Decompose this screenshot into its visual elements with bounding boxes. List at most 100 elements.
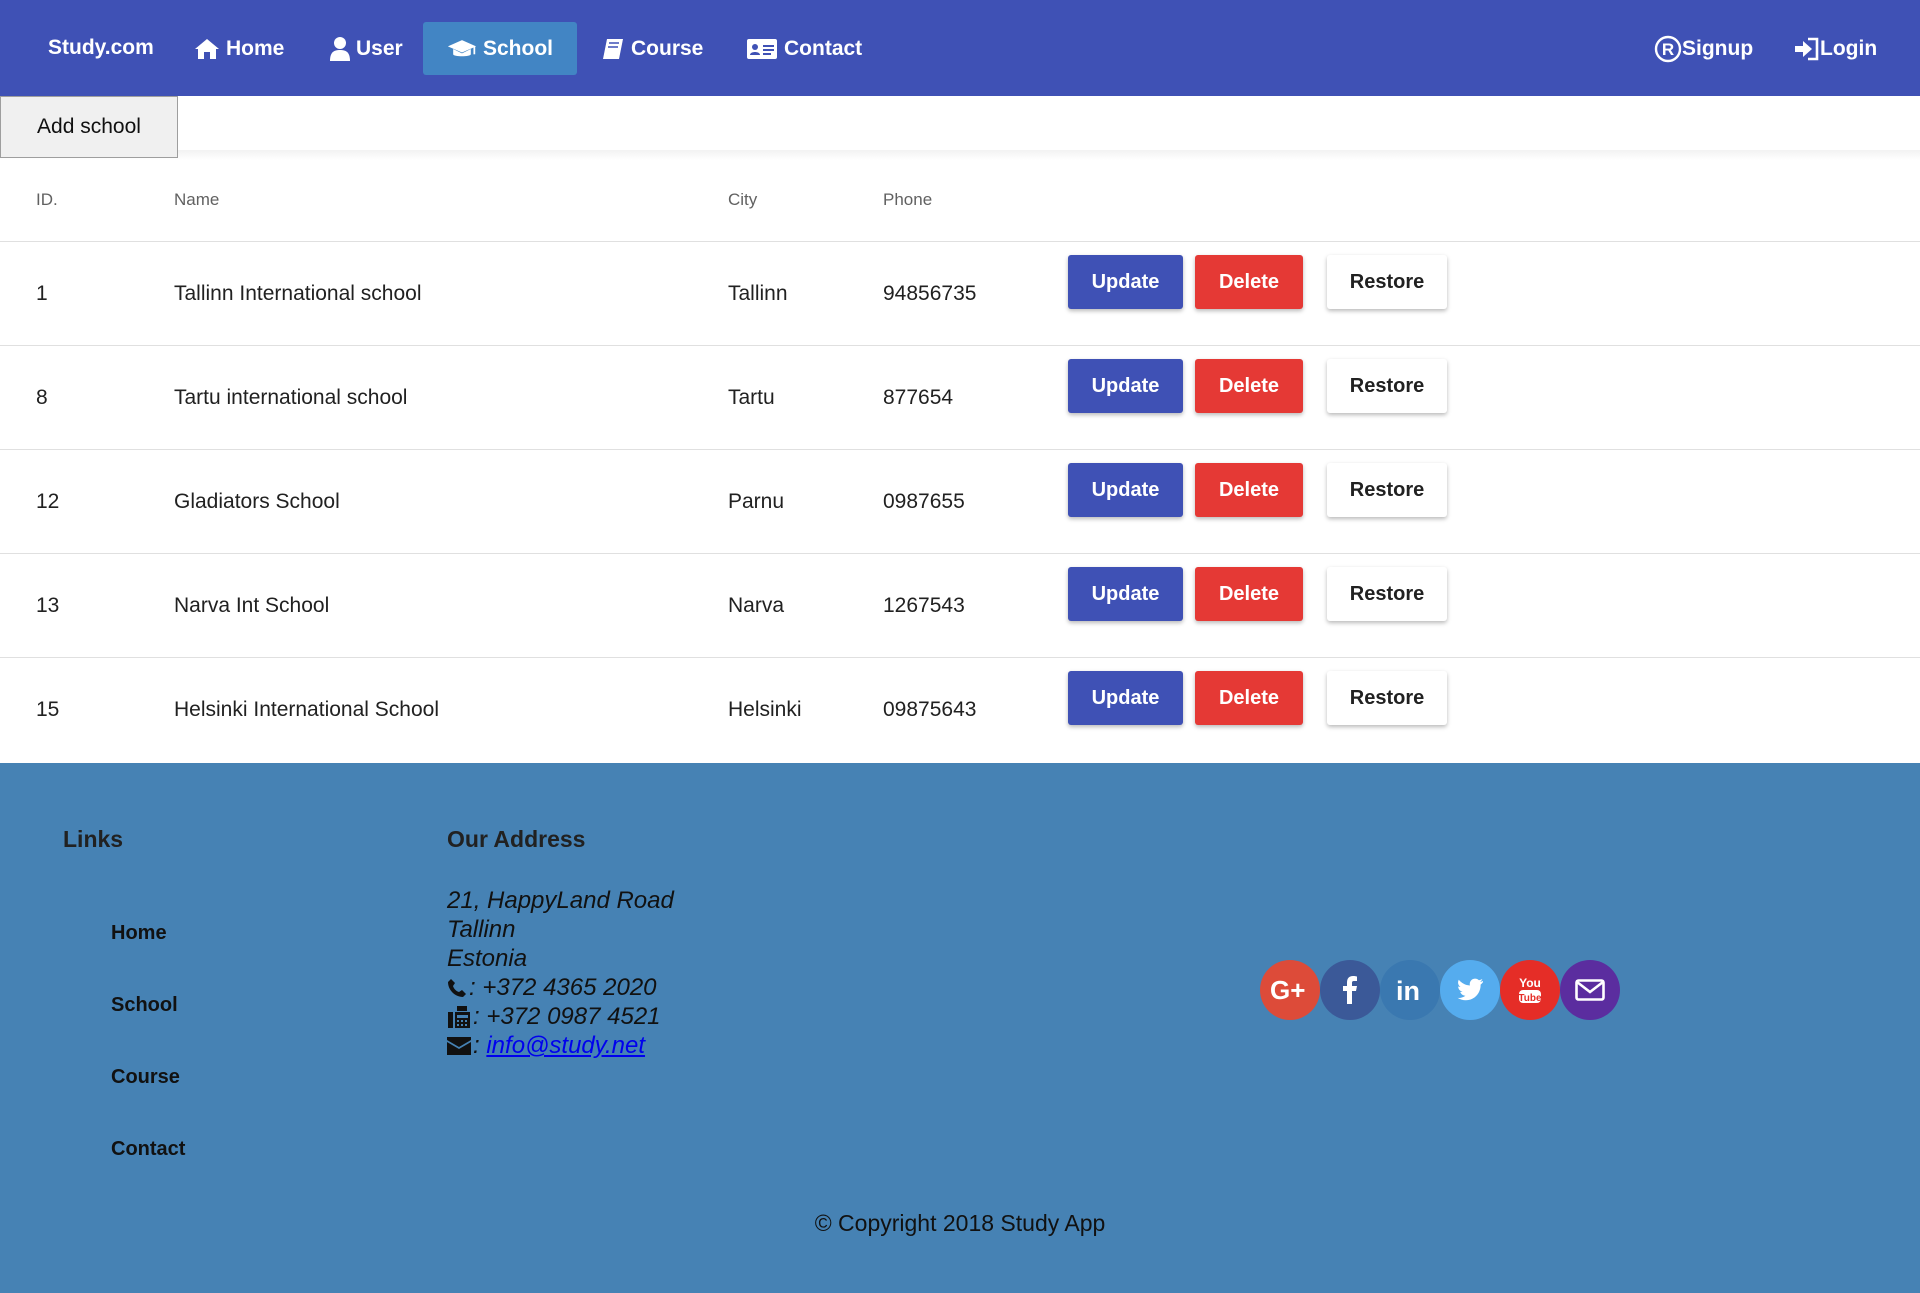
user-icon	[330, 36, 350, 61]
cell-id: 1	[36, 282, 48, 305]
footer-link-contact[interactable]: Contact	[111, 1138, 185, 1161]
add-school-button[interactable]: Add school	[0, 96, 178, 158]
registered-icon: R	[1654, 35, 1682, 62]
table-row: 15 Helsinki International School Helsink…	[0, 658, 1920, 761]
cell-city: Tallinn	[728, 282, 788, 305]
footer-address-heading: Our Address	[447, 826, 586, 852]
address-card-icon	[747, 38, 777, 59]
cell-name: Gladiators School	[174, 490, 340, 513]
restore-button[interactable]: Restore	[1327, 567, 1447, 621]
fax-icon	[448, 1006, 470, 1028]
twitter-button[interactable]	[1440, 960, 1500, 1020]
cell-city: Narva	[728, 594, 785, 617]
navbar: Study.com Home User School Course Contac…	[0, 0, 1920, 96]
cell-name: Narva Int School	[174, 594, 330, 617]
svg-text:R: R	[1662, 40, 1674, 59]
restore-button[interactable]: Restore	[1327, 463, 1447, 517]
delete-button[interactable]: Delete	[1195, 463, 1303, 517]
restore-button[interactable]: Restore	[1327, 359, 1447, 413]
table-row: 8 Tartu international school Tartu 87765…	[0, 346, 1920, 450]
footer-link-course[interactable]: Course	[111, 1066, 180, 1089]
address-city: Tallinn	[447, 916, 516, 943]
mail-button[interactable]	[1560, 960, 1620, 1020]
youtube-button[interactable]: You Tube	[1500, 960, 1560, 1020]
cell-city: Helsinki	[728, 698, 802, 721]
address-country: Estonia	[447, 945, 528, 972]
header-phone: Phone	[883, 190, 933, 209]
phone-icon	[448, 979, 466, 997]
update-button[interactable]: Update	[1068, 463, 1183, 517]
nav-user[interactable]: User	[306, 22, 427, 75]
nav-signup-label: Signup	[1682, 36, 1754, 60]
home-icon	[195, 38, 219, 59]
address-street: 21, HappyLand Road	[447, 887, 674, 914]
delete-button[interactable]: Delete	[1195, 255, 1303, 309]
cell-city: Tartu	[728, 386, 775, 409]
nav-contact-label: Contact	[784, 36, 863, 60]
table-row: 13 Narva Int School Narva 1267543 Update…	[0, 554, 1920, 658]
cell-id: 13	[36, 594, 60, 617]
nav-contact[interactable]: Contact	[722, 22, 886, 75]
twitter-icon	[1457, 978, 1483, 1001]
cell-id: 15	[36, 698, 60, 721]
nav-login-label: Login	[1820, 36, 1878, 60]
book-icon	[603, 38, 623, 59]
header-city: City	[728, 190, 758, 209]
table-header: ID. Name City Phone	[0, 160, 1920, 242]
address-email-prefix: :	[473, 1032, 487, 1059]
envelope-icon	[447, 1037, 471, 1055]
copyright: © Copyright 2018 Study App	[814, 1210, 1106, 1236]
svg-text:in: in	[1396, 977, 1420, 1003]
nav-login[interactable]: Login	[1770, 22, 1901, 75]
google-plus-icon: G+	[1270, 977, 1305, 1003]
svg-text:You: You	[1519, 976, 1541, 990]
header-id: ID.	[36, 190, 58, 209]
update-button[interactable]: Update	[1068, 671, 1183, 725]
restore-button[interactable]: Restore	[1327, 671, 1447, 725]
table-row: 12 Gladiators School Parnu 0987655 Updat…	[0, 450, 1920, 554]
cell-name: Tallinn International school	[174, 282, 422, 305]
address-email: : info@study.net	[447, 1032, 645, 1060]
nav-home[interactable]: Home	[170, 22, 308, 75]
restore-button[interactable]: Restore	[1327, 255, 1447, 309]
update-button[interactable]: Update	[1068, 359, 1183, 413]
footer-links-heading: Links	[63, 826, 124, 852]
linkedin-icon: in	[1396, 977, 1420, 1003]
svg-text:G+: G+	[1270, 977, 1305, 1003]
cell-name: Tartu international school	[174, 386, 408, 409]
footer-link-school[interactable]: School	[111, 994, 178, 1017]
nav-course[interactable]: Course	[577, 22, 727, 75]
address-phone-text: : +372 4365 2020	[469, 974, 657, 1001]
mail-icon	[1575, 979, 1605, 1001]
footer-link-home[interactable]: Home	[111, 922, 167, 945]
youtube-icon: You Tube	[1518, 976, 1542, 1004]
address-fax-text: : +372 0987 4521	[473, 1003, 661, 1030]
address-fax: : +372 0987 4521	[447, 1003, 661, 1031]
update-button[interactable]: Update	[1068, 255, 1183, 309]
toolbar-divider	[0, 150, 1920, 160]
cell-phone: 877654	[883, 386, 954, 409]
nav-home-label: Home	[226, 36, 285, 60]
table-row: 1 Tallinn International school Tallinn 9…	[0, 242, 1920, 346]
linkedin-button[interactable]: in	[1380, 960, 1440, 1020]
cell-phone: 1267543	[883, 594, 965, 617]
facebook-button[interactable]	[1320, 960, 1380, 1020]
brand-link[interactable]: Study.com	[48, 0, 154, 96]
update-button[interactable]: Update	[1068, 567, 1183, 621]
delete-button[interactable]: Delete	[1195, 359, 1303, 413]
delete-button[interactable]: Delete	[1195, 671, 1303, 725]
delete-button[interactable]: Delete	[1195, 567, 1303, 621]
nav-signup[interactable]: R Signup	[1630, 22, 1777, 75]
cell-phone: 09875643	[883, 698, 977, 721]
facebook-icon	[1343, 976, 1357, 1004]
google-plus-button[interactable]: G+	[1260, 960, 1320, 1020]
cell-id: 12	[36, 490, 60, 513]
email-link[interactable]: info@study.net	[486, 1032, 645, 1060]
sign-in-icon	[1795, 37, 1819, 60]
nav-course-label: Course	[631, 36, 704, 60]
schools-table: ID. Name City Phone 1 Tallinn Internatio…	[0, 160, 1920, 761]
nav-school[interactable]: School	[423, 22, 577, 75]
cell-city: Parnu	[728, 490, 785, 513]
graduation-cap-icon	[447, 39, 477, 56]
nav-school-label: School	[482, 36, 553, 60]
